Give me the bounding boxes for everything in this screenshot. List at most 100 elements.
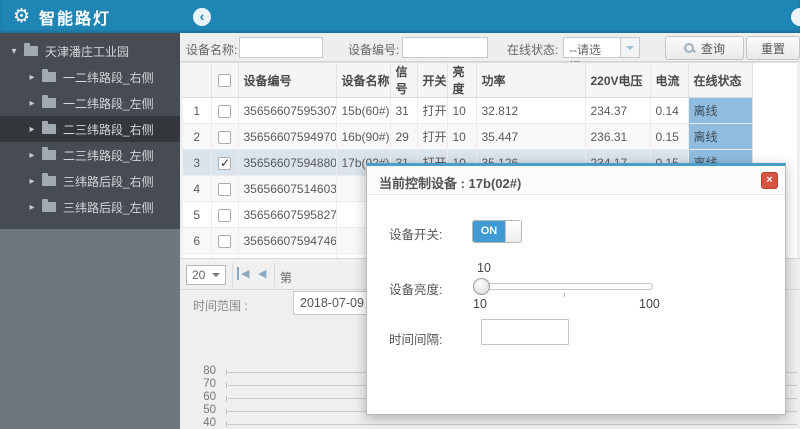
chevron-right-icon[interactable]: ▸ — [26, 72, 38, 83]
col-name[interactable]: 设备名称 — [336, 63, 391, 98]
col-signal[interactable]: 信号 — [390, 63, 418, 98]
cell-status: 离线 — [688, 123, 753, 150]
app-title: 智能路灯 — [39, 10, 112, 28]
page-size-select[interactable]: 20 — [186, 265, 226, 285]
rownum-header — [183, 63, 212, 98]
cell-voltage: 234.37 — [585, 97, 651, 124]
tree-root-label: 天津潘庄工业园 — [45, 44, 130, 59]
folder-icon — [42, 147, 56, 160]
row-checkbox-cell — [211, 227, 239, 254]
reset-button[interactable]: 重置 — [746, 36, 800, 60]
query-button-label: 查询 — [700, 41, 725, 56]
y-axis-tick — [226, 396, 227, 401]
brightness-slider-handle[interactable] — [473, 278, 490, 295]
device-switch-toggle[interactable]: ON — [472, 220, 522, 243]
cell-device-no: 356566075947465 — [238, 227, 337, 254]
row-checkbox[interactable] — [218, 234, 231, 248]
chevron-right-icon[interactable]: ▸ — [26, 150, 38, 161]
tree-node-5[interactable]: ▸ 三纬路后段_左侧 — [0, 194, 180, 220]
tree-node-3[interactable]: ▸ 二三纬路段_左侧 — [0, 142, 180, 168]
prev-page-icon[interactable]: ◀ — [258, 267, 266, 280]
row-number: 6 — [183, 227, 212, 254]
select-all-checkbox[interactable] — [218, 74, 231, 88]
query-button[interactable]: 查询 — [665, 36, 744, 60]
col-current[interactable]: 电流 — [650, 63, 689, 98]
table-row[interactable]: 2 356566075949701 16b(90#) 29 打开 10 35.4… — [183, 123, 753, 150]
tree-node-label: 一二纬路段_左侧 — [63, 96, 154, 111]
row-checkbox[interactable] — [218, 208, 231, 222]
tree-node-1[interactable]: ▸ 一二纬路段_左侧 — [0, 90, 180, 116]
close-icon[interactable]: × — [761, 172, 778, 189]
device-brightness-label: 设备亮度: — [389, 283, 443, 297]
col-voltage[interactable]: 220V电压 — [585, 63, 651, 98]
modal-header[interactable]: 当前控制设备 : 17b(02#) × — [367, 166, 785, 195]
tree-node-0[interactable]: ▸ 一二纬路段_右侧 — [0, 64, 180, 90]
row-checkbox[interactable] — [218, 156, 231, 170]
gear-icon: ⚙ — [13, 6, 31, 27]
cell-device-no: 356566075958272 — [238, 201, 337, 228]
folder-icon — [42, 173, 56, 186]
page-size-value: 20 — [192, 268, 206, 282]
device-tree: ▾ 天津潘庄工业园 ▸ 一二纬路段_右侧 ▸ 一二纬路段_左侧 ▸ 二三纬路段_… — [0, 33, 180, 229]
interval-label: 时间间隔: — [389, 333, 443, 347]
row-checkbox[interactable] — [218, 130, 231, 144]
slider-min-label: 10 — [473, 297, 487, 311]
device-name-input[interactable] — [239, 37, 323, 58]
brightness-slider-track[interactable] — [476, 283, 653, 290]
online-status-select[interactable]: --请选择-- — [563, 37, 640, 74]
folder-icon — [42, 121, 56, 134]
row-number: 2 — [183, 123, 212, 150]
cell-power: 35.447 — [476, 123, 586, 150]
tree-node-4[interactable]: ▸ 三纬路后段_右侧 — [0, 168, 180, 194]
col-switch[interactable]: 开关 — [417, 63, 448, 98]
device-control-modal: 当前控制设备 : 17b(02#) × 设备开关: ON 10 设备亮度: 10… — [366, 163, 786, 415]
y-axis-tick — [226, 409, 227, 414]
row-number: 5 — [183, 201, 212, 228]
cell-signal: 29 — [390, 123, 418, 150]
top-header-bar: ⚙ 智能路灯 ‹ — [0, 0, 800, 33]
row-checkbox[interactable] — [218, 182, 231, 196]
col-status[interactable]: 在线状态 — [688, 63, 753, 98]
folder-icon — [42, 69, 56, 82]
col-brightness[interactable]: 亮度 — [447, 63, 477, 98]
app-logo: ⚙ 智能路灯 — [0, 0, 180, 33]
tree-root-node[interactable]: ▾ 天津潘庄工业园 — [0, 38, 180, 64]
row-checkbox[interactable] — [218, 104, 231, 118]
app-window: ⚙ 智能路灯 ‹ ▾ 天津潘庄工业园 ▸ 一二纬路段_右侧 ▸ 一二纬路段_左侧 — [0, 0, 800, 429]
time-range-label: 时间范围 : — [193, 299, 248, 313]
toggle-knob[interactable] — [505, 221, 521, 242]
y-axis-tick — [226, 383, 227, 388]
col-power[interactable]: 功率 — [476, 63, 586, 98]
tree-node-2-selected[interactable]: ▸ 二三纬路段_右侧 — [0, 116, 180, 142]
chevron-down-icon[interactable] — [620, 38, 639, 57]
chevron-right-icon[interactable]: ▸ — [26, 176, 38, 187]
chevron-right-icon[interactable]: ▸ — [26, 98, 38, 109]
cell-name: 15b(60#) — [336, 97, 391, 124]
cell-power: 32.812 — [476, 97, 586, 124]
chevron-right-icon[interactable]: ▸ — [26, 124, 38, 135]
col-device-no[interactable]: 设备编号 — [238, 63, 337, 98]
y-axis-tick-label: 40 — [203, 417, 216, 429]
row-checkbox-cell — [211, 97, 239, 124]
header-right-icon[interactable] — [791, 8, 800, 26]
device-no-input[interactable] — [402, 37, 488, 58]
cell-switch: 打开 — [417, 97, 448, 124]
cell-current: 0.14 — [650, 97, 689, 124]
online-status-value: --请选择-- — [569, 43, 601, 74]
chevron-down-icon[interactable]: ▾ — [8, 46, 20, 57]
device-name-label: 设备名称: — [186, 43, 238, 57]
y-axis-tick — [226, 422, 227, 427]
folder-icon — [42, 199, 56, 212]
gridline — [228, 424, 797, 425]
interval-input[interactable] — [481, 319, 569, 345]
first-page-icon[interactable]: ◀ — [237, 267, 249, 280]
cell-device-no: 356566075949701 — [238, 123, 337, 150]
row-number: 1 — [183, 97, 212, 124]
collapse-sidebar-icon[interactable]: ‹ — [193, 8, 211, 26]
chevron-right-icon[interactable]: ▸ — [26, 202, 38, 213]
cell-name: 16b(90#) — [336, 123, 391, 150]
table-row[interactable]: 1 356566075953075 15b(60#) 31 打开 10 32.8… — [183, 97, 753, 124]
reset-button-label: 重置 — [760, 41, 785, 56]
pager-divider — [274, 263, 275, 287]
tree-node-label: 三纬路后段_右侧 — [63, 174, 154, 189]
